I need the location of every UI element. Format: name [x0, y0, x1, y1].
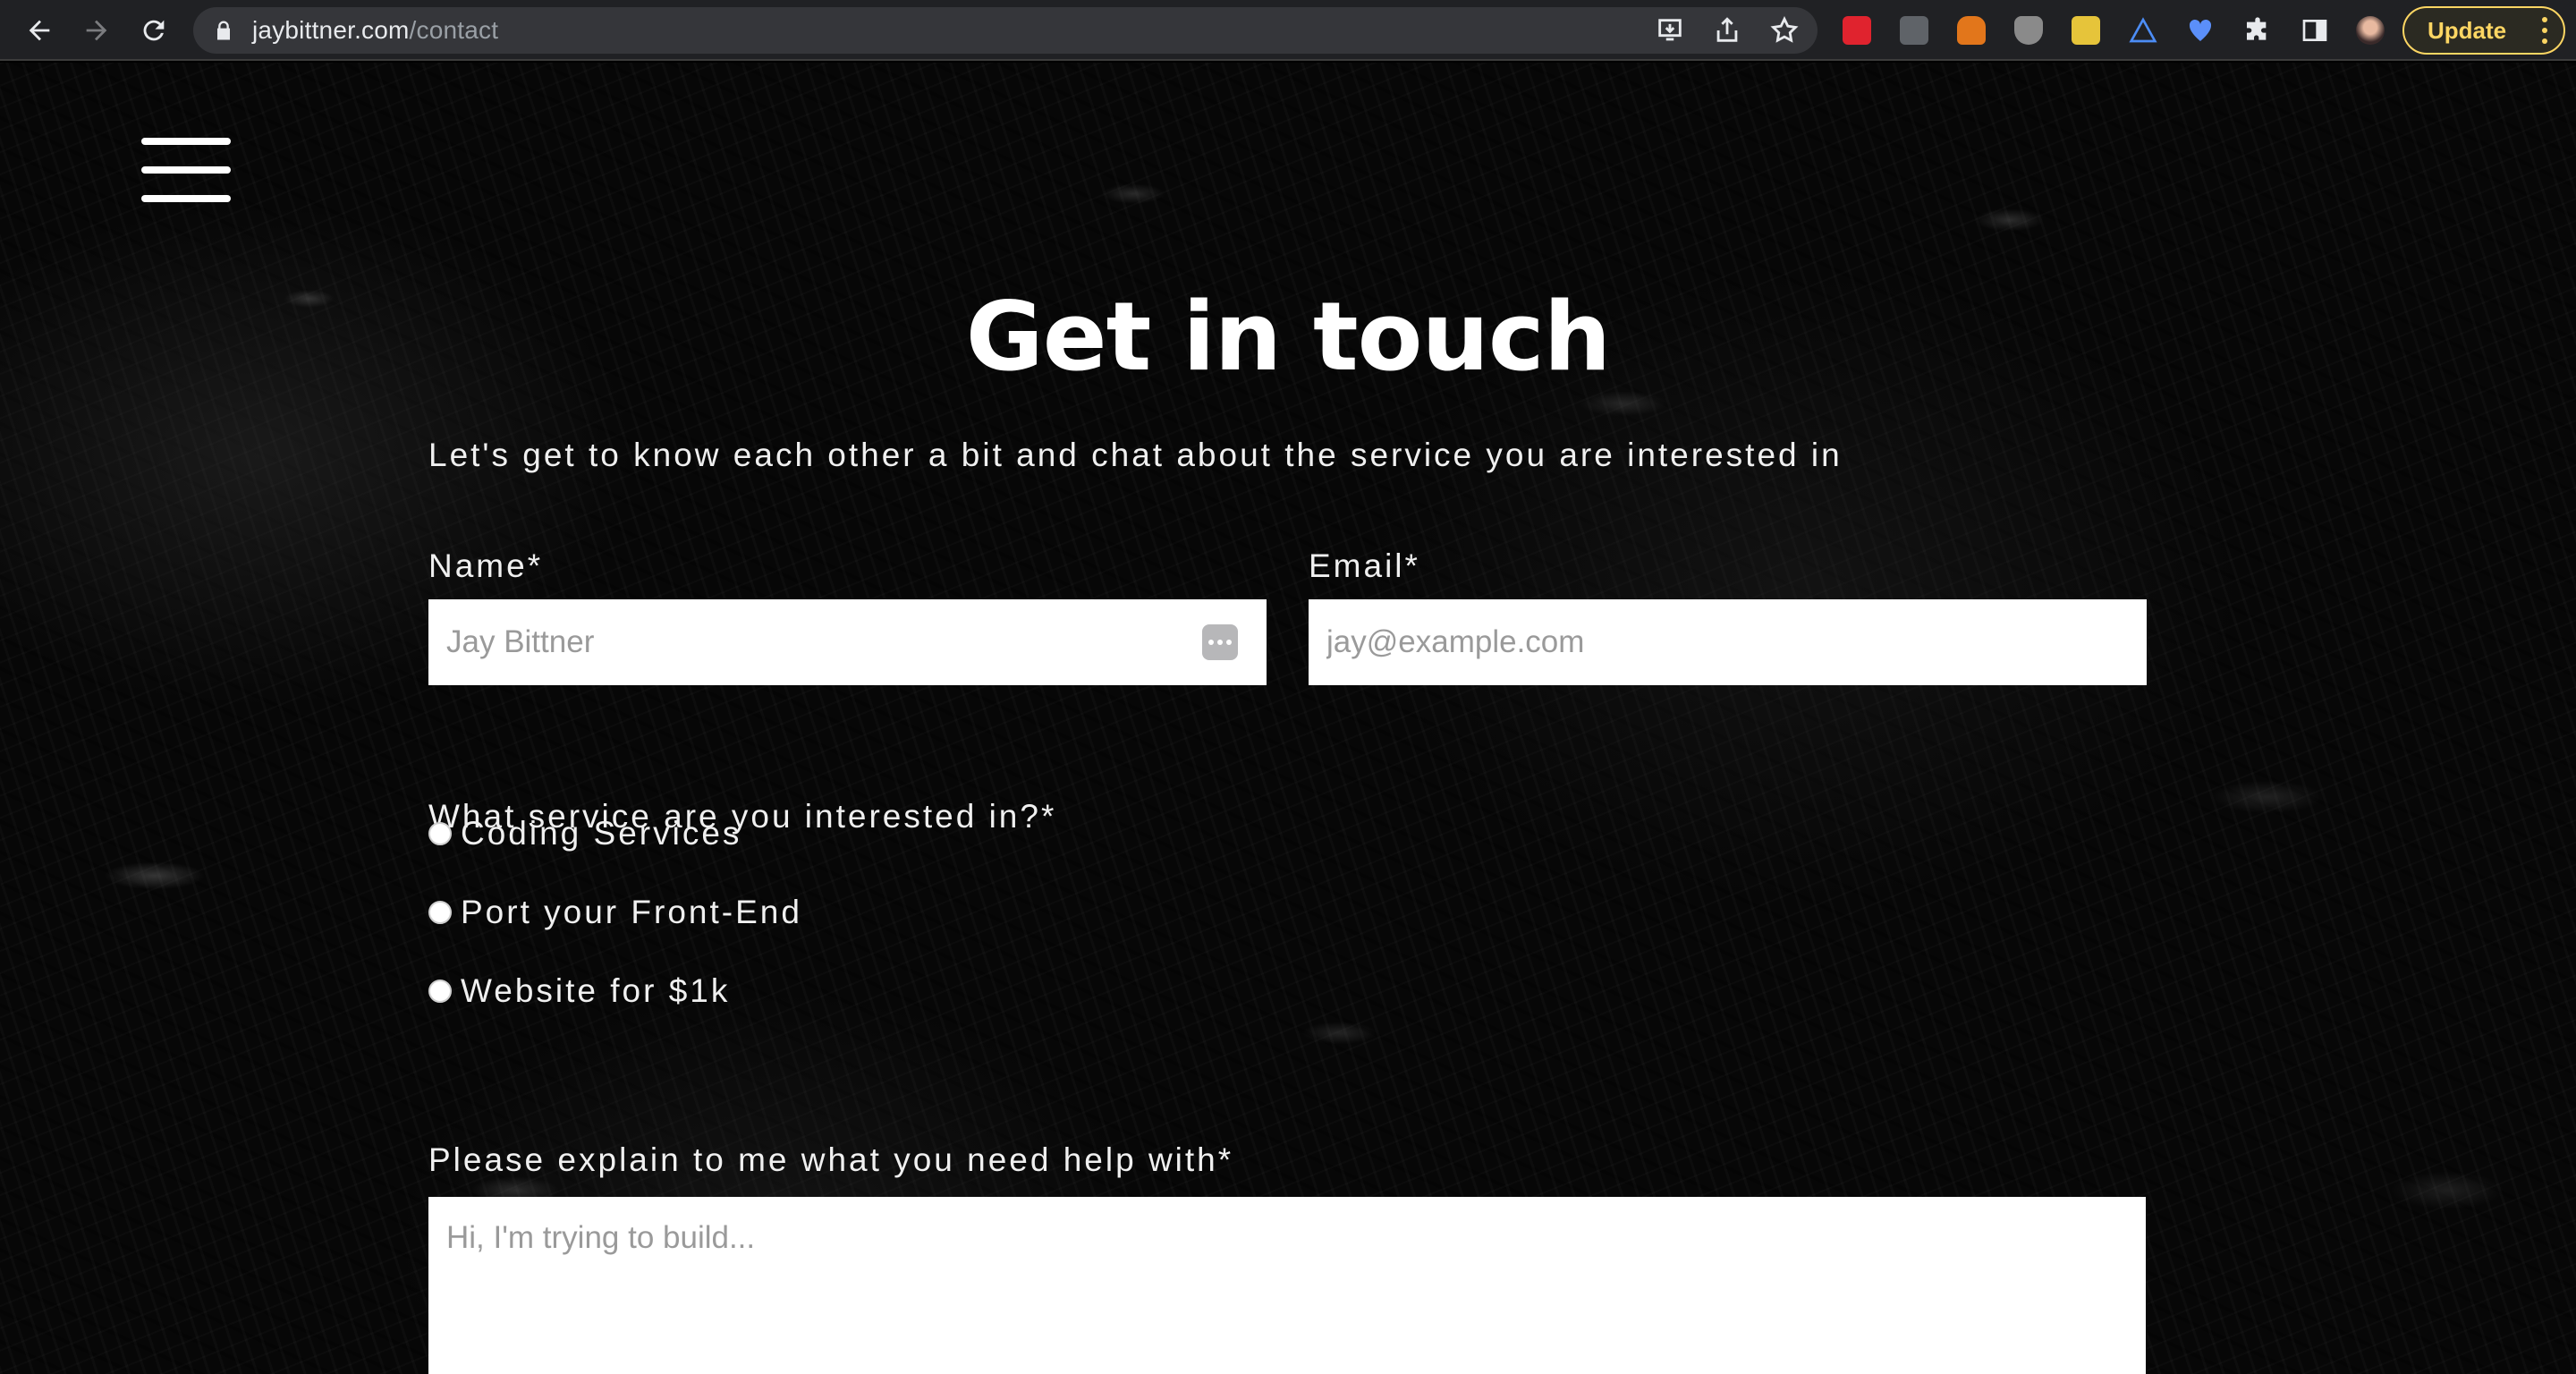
back-button[interactable]: [18, 9, 61, 52]
service-option-label: Port your Front-End: [461, 894, 802, 930]
install-app-icon[interactable]: [1655, 15, 1685, 46]
radio-website-1k[interactable]: [428, 980, 452, 1003]
image-ext-icon[interactable]: [2068, 13, 2104, 48]
update-label: Update: [2428, 17, 2507, 44]
url-path: /contact: [409, 16, 499, 44]
reload-button[interactable]: [132, 9, 175, 52]
name-field[interactable]: [428, 599, 1267, 685]
forward-button[interactable]: [75, 9, 118, 52]
page-title: Get in touch: [965, 282, 1611, 392]
page-background: Get in touch Let's get to know each othe…: [0, 63, 2576, 1374]
bookmark-star-icon[interactable]: [1769, 15, 1800, 46]
email-label: Email*: [1309, 547, 1420, 584]
sidepanel-icon[interactable]: [2297, 13, 2333, 48]
hamburger-menu-icon[interactable]: [141, 138, 231, 202]
email-field[interactable]: [1309, 599, 2147, 685]
service-option-label: Website for $1k: [461, 972, 731, 1009]
radio-coding-services[interactable]: [428, 822, 452, 845]
heart-key-icon[interactable]: [2182, 13, 2218, 48]
puzzle-icon[interactable]: [2240, 13, 2275, 48]
url-domain: jaybittner.com: [252, 16, 410, 44]
share-icon[interactable]: [1712, 15, 1742, 46]
lock-icon[interactable]: [211, 18, 236, 43]
browser-toolbar: jaybittner.com/contact Update: [0, 0, 2576, 61]
url-text[interactable]: jaybittner.com/contact: [252, 7, 498, 54]
profile-avatar[interactable]: [2352, 13, 2388, 48]
screencastify-icon[interactable]: [1839, 13, 1875, 48]
triangle-ext-icon[interactable]: [2125, 13, 2161, 48]
arrow-left-icon: [29, 20, 50, 41]
autofill-key-icon[interactable]: [1202, 624, 1238, 660]
service-option[interactable]: Port your Front-End: [428, 893, 802, 932]
help-textarea[interactable]: [428, 1197, 2146, 1374]
more-dots-icon[interactable]: [1896, 13, 1932, 48]
help-label: Please explain to me what you need help …: [428, 1141, 1234, 1178]
intro-text: Let's get to know each other a bit and c…: [428, 437, 1843, 473]
kebab-menu-icon[interactable]: [2542, 17, 2547, 44]
service-option-label: Coding Services: [461, 815, 742, 852]
reload-icon: [143, 20, 165, 41]
radio-port-front-end[interactable]: [428, 901, 452, 924]
arrow-right-icon: [86, 20, 107, 41]
service-option[interactable]: Website for $1k: [428, 971, 730, 1011]
name-label: Name*: [428, 547, 544, 584]
service-option[interactable]: Coding Services: [428, 814, 741, 853]
update-button[interactable]: Update: [2402, 6, 2565, 55]
ublock-icon[interactable]: [2011, 13, 2046, 48]
address-bar[interactable]: jaybittner.com/contact: [193, 7, 1818, 54]
metamask-icon[interactable]: [1953, 13, 1989, 48]
